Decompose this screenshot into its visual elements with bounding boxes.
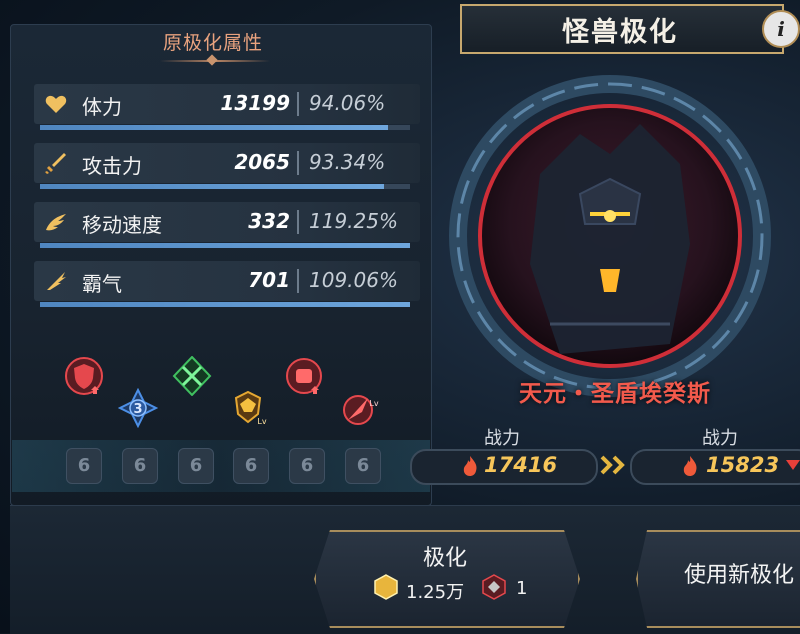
stat-bar (40, 184, 410, 189)
stat-divider (297, 151, 299, 175)
power-value-new: 15823 (706, 453, 780, 477)
lv-label: Lv (257, 417, 266, 426)
gold-hexagon-icon (374, 574, 398, 600)
page-title: 怪兽极化 (562, 17, 678, 48)
use-new-polarization-button[interactable]: 使用新极化 (636, 530, 800, 628)
stat-bar (40, 302, 410, 307)
stat-name: 霸气 (82, 272, 122, 296)
flame-icon (683, 456, 697, 476)
polarize-button-label: 极化 (422, 546, 467, 571)
monster-name: 天元・圣盾埃癸斯 (519, 381, 711, 407)
rank-3-emblem-icon[interactable]: 3 (118, 388, 158, 428)
sword-icon (45, 153, 66, 174)
use-new-polarization-label: 使用新极化 (684, 563, 795, 588)
stat-value: 13199 (220, 91, 290, 115)
fist-badge-icon[interactable] (284, 356, 324, 396)
stat-percent: 109.06% (309, 268, 398, 292)
decrease-arrow-icon (786, 460, 800, 470)
stat-divider (297, 92, 299, 116)
locked-slot[interactable]: 6 (122, 448, 158, 484)
stat-name: 移动速度 (82, 213, 162, 237)
stat-bar (40, 243, 410, 248)
stat-percent: 119.25% (309, 209, 398, 233)
stat-name: 攻击力 (82, 154, 142, 178)
stat-value: 332 (248, 209, 290, 233)
gold-crest-lv-icon[interactable]: Lv (228, 388, 268, 428)
stat-percent: 94.06% (309, 91, 386, 115)
flame-icon (463, 456, 477, 476)
polarize-button[interactable]: 极化 1.25万 1 (314, 530, 580, 628)
claw-icon (47, 272, 66, 290)
power-label-current: 战力 (484, 428, 520, 449)
gold-cost: 1.25万 (406, 582, 465, 603)
stat-value: 2065 (234, 150, 290, 174)
stat-row-attack: 攻击力 2065 93.34% (34, 143, 420, 191)
stat-name: 体力 (82, 95, 122, 119)
lv-label: Lv (369, 399, 378, 408)
crossed-swords-icon[interactable] (172, 356, 212, 396)
shield-up-icon[interactable] (64, 356, 104, 396)
info-button[interactable]: i (762, 10, 800, 48)
stat-bar (40, 125, 410, 130)
wing-icon (46, 214, 66, 231)
stat-divider (297, 269, 299, 293)
stat-value: 701 (248, 268, 290, 292)
locked-slot[interactable]: 6 (66, 448, 102, 484)
page-header: 怪兽极化 (440, 0, 800, 56)
locked-slot[interactable]: 6 (289, 448, 325, 484)
power-label-new: 战力 (702, 428, 738, 449)
power-value-current: 17416 (484, 453, 558, 477)
stat-percent: 93.34% (309, 150, 386, 174)
locked-slot[interactable]: 6 (178, 448, 214, 484)
polarize-crystal-icon (482, 574, 506, 600)
stat-row-speed: 移动速度 332 119.25% (34, 202, 420, 250)
stat-row-dominance: 霸气 701 109.06% (34, 261, 420, 309)
rank-3-label: 3 (133, 402, 142, 417)
locked-slot[interactable]: 6 (233, 448, 269, 484)
double-chevron-right-icon (600, 455, 625, 475)
comet-lv-icon[interactable]: Lv (340, 388, 380, 428)
locked-slot[interactable]: 6 (345, 448, 381, 484)
stat-row-hp: 体力 13199 94.06% (34, 84, 420, 132)
item-cost: 1 (516, 578, 528, 599)
stat-divider (297, 210, 299, 234)
heart-icon (45, 95, 67, 113)
section-title: 原极化属性 (162, 32, 263, 54)
